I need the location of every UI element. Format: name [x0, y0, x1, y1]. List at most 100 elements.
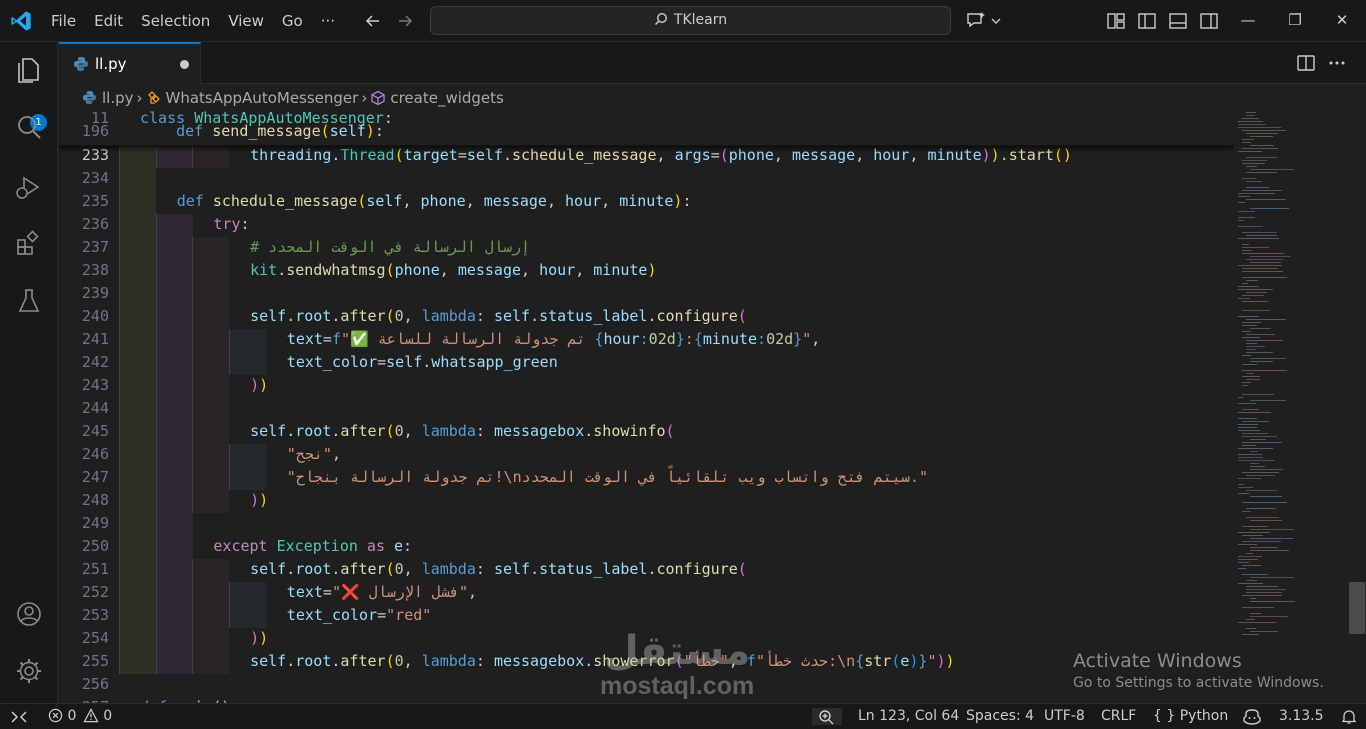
line-number[interactable]: 247 [59, 468, 109, 486]
line-number[interactable]: 241 [59, 330, 109, 348]
line-number[interactable]: 243 [59, 376, 109, 394]
menu-view[interactable]: View [219, 0, 273, 42]
command-center-search[interactable]: TKlearn [430, 6, 951, 35]
line-number[interactable]: 234 [59, 169, 109, 187]
breadcrumb-method[interactable]: create_widgets [390, 89, 504, 107]
line-number[interactable]: 236 [59, 215, 109, 233]
line-number[interactable]: 237 [59, 238, 109, 256]
code-line[interactable]: )) [250, 491, 268, 509]
problems-indicator[interactable]: 0 0 [48, 704, 112, 729]
toggle-secondary-sidebar-icon[interactable] [1199, 11, 1219, 31]
menu-selection[interactable]: Selection [132, 0, 219, 42]
account-icon[interactable] [14, 599, 44, 629]
code-line[interactable]: text_color=self.whatsapp_green [287, 353, 558, 371]
line-number[interactable]: 252 [59, 583, 109, 601]
line-number[interactable]: 240 [59, 307, 109, 325]
code-line[interactable]: threading.Thread(target=self.schedule_me… [250, 146, 1072, 164]
code-line[interactable]: try: [213, 215, 249, 233]
settings-gear-icon[interactable] [14, 656, 44, 686]
chevron-down-icon[interactable] [990, 11, 1002, 31]
split-editor-icon[interactable] [1296, 53, 1316, 73]
close-button[interactable]: ✕ [1319, 0, 1365, 42]
minimap-line [1246, 334, 1275, 335]
toggle-panel-icon[interactable] [1168, 11, 1188, 31]
menu-file[interactable]: File [42, 0, 85, 42]
copilot-icon[interactable] [1242, 708, 1262, 725]
line-number[interactable]: 256 [59, 675, 109, 693]
line-number[interactable]: 251 [59, 560, 109, 578]
code-line[interactable]: self.root.after(0, lambda: self.status_l… [250, 560, 747, 578]
encoding[interactable]: UTF-8 [1044, 704, 1085, 729]
minimap-line [1250, 145, 1274, 146]
code-line[interactable]: )) [250, 629, 268, 647]
minimap[interactable] [1234, 110, 1348, 703]
line-number[interactable]: 246 [59, 445, 109, 463]
code-line[interactable]: "نجح", [287, 445, 341, 463]
line-number[interactable]: 238 [59, 261, 109, 279]
copilot-chat-icon[interactable] [966, 11, 988, 31]
toggle-primary-sidebar-icon[interactable] [1137, 11, 1157, 31]
minimap-line [1238, 397, 1244, 398]
line-number[interactable]: 244 [59, 399, 109, 417]
testing-flask-icon[interactable] [14, 286, 44, 316]
extensions-icon[interactable] [14, 228, 44, 258]
code-editor[interactable]: 233 threading.Thread(target=self.schedule… [59, 110, 1234, 703]
breadcrumb-class[interactable]: WhatsAppAutoMessenger [166, 89, 359, 107]
code-token: ) [990, 146, 1000, 164]
code-line[interactable]: text=f"✅ تم جدولة الرسالة للساعة {hour:0… [287, 330, 820, 348]
code-line[interactable]: )) [250, 376, 268, 394]
forward-arrow-icon[interactable] [396, 12, 414, 30]
line-number[interactable]: 235 [59, 192, 109, 210]
line-ending[interactable]: CRLF [1101, 704, 1136, 729]
code-line[interactable]: def schedule_message(self, phone, messag… [177, 192, 692, 210]
run-debug-icon[interactable] [14, 172, 44, 202]
notifications-bell-icon[interactable] [1340, 708, 1358, 725]
indent-guide [192, 467, 230, 490]
minimap-line [1246, 517, 1279, 518]
vscode-logo-icon[interactable] [10, 10, 32, 32]
code-line[interactable]: except Exception as e: [213, 537, 412, 555]
minimap-line [1242, 277, 1287, 278]
code-line[interactable]: self.root.after(0, lambda: messagebox.sh… [250, 422, 674, 440]
code-line[interactable]: "تم جدولة الرسالة بنجاح!\nسيتم فتح واتسا… [287, 468, 928, 486]
code-line[interactable]: # إرسال الرسالة في الوقت المحدد [250, 238, 530, 256]
code-line[interactable]: self.root.after(0, lambda: self.status_l… [250, 307, 747, 325]
search-icon[interactable] [14, 112, 44, 142]
indentation[interactable]: Spaces: 4 [966, 704, 1034, 729]
explorer-icon[interactable] [14, 54, 44, 84]
line-number[interactable]: 248 [59, 491, 109, 509]
back-arrow-icon[interactable] [364, 12, 382, 30]
line-number[interactable]: 254 [59, 629, 109, 647]
sticky-code-line[interactable]: def send_message(self): [140, 122, 384, 140]
sticky-scroll-header[interactable]: 11 class WhatsAppAutoMessenger: 196 def se… [59, 110, 1234, 146]
breadcrumb-file[interactable]: ll.py [102, 89, 134, 107]
line-number[interactable]: 255 [59, 652, 109, 670]
line-number[interactable]: 249 [59, 514, 109, 532]
code-line[interactable]: kit.sendwhatmsg(phone, message, hour, mi… [250, 261, 656, 279]
menu-edit[interactable]: Edit [85, 0, 132, 42]
line-number[interactable]: 245 [59, 422, 109, 440]
menu-go[interactable]: Go [273, 0, 312, 42]
cursor-position[interactable]: Ln 123, Col 64 [858, 704, 959, 729]
unsaved-dot-icon[interactable] [180, 60, 189, 69]
code-token: ) [936, 652, 946, 670]
line-number[interactable]: 239 [59, 284, 109, 302]
tab-ll-py[interactable]: ll.py [59, 42, 201, 84]
line-number[interactable]: 250 [59, 537, 109, 555]
python-version[interactable]: 3.13.5 [1279, 704, 1324, 729]
zoom-icon[interactable] [812, 708, 842, 725]
restore-button[interactable]: ❐ [1272, 0, 1318, 42]
customize-layout-icon[interactable] [1106, 11, 1126, 31]
line-number[interactable]: 253 [59, 606, 109, 624]
language-mode[interactable]: { } Python [1153, 704, 1228, 729]
more-actions-icon[interactable] [1327, 53, 1347, 73]
remote-indicator-icon[interactable] [0, 704, 38, 729]
scrollbar-thumb[interactable] [1349, 582, 1365, 634]
code-line[interactable]: text_color="red" [287, 606, 432, 624]
line-number[interactable]: 233 [59, 146, 109, 164]
minimize-button[interactable]: — [1225, 0, 1271, 42]
sticky-line-number[interactable]: 196 [59, 122, 109, 140]
menu-more[interactable]: ··· [312, 0, 344, 42]
code-line[interactable]: text="❌ فشل الإرسال", [287, 583, 477, 601]
line-number[interactable]: 242 [59, 353, 109, 371]
